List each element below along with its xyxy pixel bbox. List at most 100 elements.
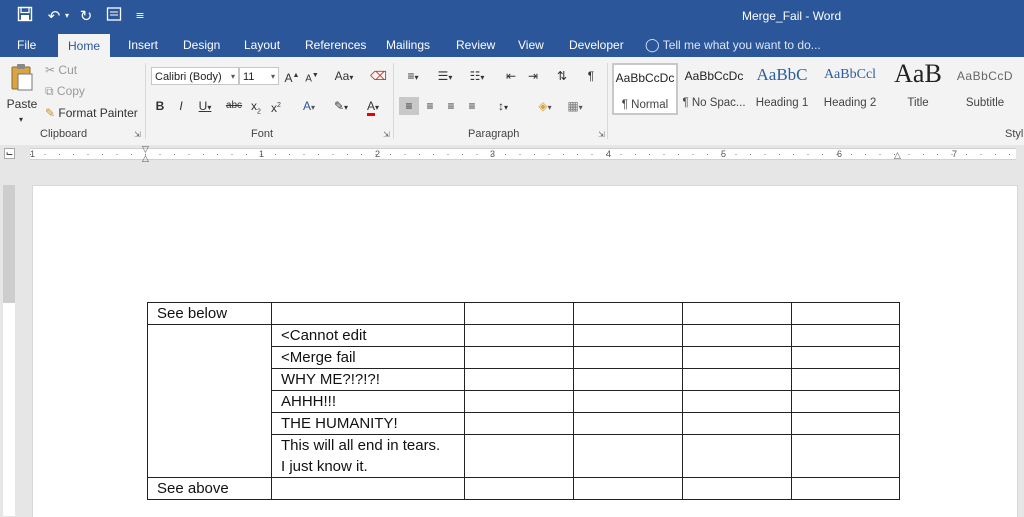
superscript-icon[interactable]: x2 xyxy=(268,97,284,115)
table-cell[interactable] xyxy=(791,324,900,347)
table-cell[interactable] xyxy=(791,412,900,435)
table-cell[interactable] xyxy=(682,302,792,325)
paragraph-launcher-icon[interactable]: ⇲ xyxy=(598,130,605,139)
multilevel-list-icon[interactable]: ☷▾ xyxy=(464,67,490,85)
save-icon[interactable] xyxy=(14,6,36,26)
table-cell[interactable] xyxy=(573,368,683,391)
table-cell[interactable] xyxy=(791,302,900,325)
table-cell[interactable] xyxy=(682,324,792,347)
format-painter-button[interactable]: ✎ Format Painter xyxy=(45,106,138,120)
table-cell[interactable] xyxy=(682,368,792,391)
font-family-select[interactable]: Calibri (Body) ▾ xyxy=(151,67,239,85)
redo-icon[interactable]: ↻ xyxy=(76,6,96,26)
style-heading-2[interactable]: AaBbCcl Heading 2 xyxy=(817,63,883,115)
align-center-icon[interactable]: ≡ xyxy=(421,97,439,115)
table-cell[interactable]: See below xyxy=(147,302,272,325)
tab-insert[interactable]: Insert xyxy=(128,33,158,57)
table-cell[interactable] xyxy=(573,412,683,435)
undo-icon[interactable]: ↶ xyxy=(44,6,64,26)
table-cell[interactable]: WHY ME?!?!?! xyxy=(271,368,465,391)
table-cell[interactable] xyxy=(682,434,792,478)
copy-button[interactable]: ⧉ Copy xyxy=(45,84,85,99)
table-cell[interactable] xyxy=(682,412,792,435)
borders-icon[interactable]: ▦▾ xyxy=(562,97,588,115)
right-indent-marker[interactable]: △ xyxy=(894,151,901,161)
vertical-ruler[interactable] xyxy=(3,185,15,516)
table-cell[interactable] xyxy=(791,346,900,369)
bold-icon[interactable]: B xyxy=(154,97,166,115)
justify-icon[interactable]: ≡ xyxy=(463,97,481,115)
table-cell[interactable] xyxy=(573,477,683,500)
style-subtitle[interactable]: AaBbCcD Subtitle xyxy=(952,63,1018,115)
shrink-font-icon[interactable]: A▼ xyxy=(304,67,320,85)
tab-layout[interactable]: Layout xyxy=(244,33,280,57)
bullets-icon[interactable]: ≡▾ xyxy=(400,67,426,85)
numbering-icon[interactable]: ☰▾ xyxy=(432,67,458,85)
merged-cell[interactable] xyxy=(147,324,272,478)
table-cell[interactable]: See above xyxy=(147,477,272,500)
table-cell[interactable]: <Cannot edit xyxy=(271,324,465,347)
change-case-icon[interactable]: Aa▾ xyxy=(330,67,358,85)
clipboard-launcher-icon[interactable]: ⇲ xyxy=(134,130,141,139)
align-left-icon[interactable]: ≡ xyxy=(399,97,419,115)
document-table[interactable]: See below <Cannot edit <Merge fail WHY M… xyxy=(147,302,900,500)
align-right-icon[interactable]: ≡ xyxy=(442,97,460,115)
shading-icon[interactable]: ◈▾ xyxy=(532,97,558,115)
clear-formatting-icon[interactable]: ⌫ xyxy=(370,67,387,85)
style-heading-1[interactable]: AaBbC Heading 1 xyxy=(749,63,815,115)
grow-font-icon[interactable]: A▲ xyxy=(284,67,300,85)
document-page[interactable]: See below <Cannot edit <Merge fail WHY M… xyxy=(32,185,1018,517)
tab-review[interactable]: Review xyxy=(456,33,495,57)
table-cell[interactable] xyxy=(791,390,900,413)
show-marks-icon[interactable]: ¶ xyxy=(583,67,599,85)
tab-developer[interactable]: Developer xyxy=(569,33,624,57)
tab-home[interactable]: Home xyxy=(58,34,111,57)
table-cell[interactable] xyxy=(682,390,792,413)
table-cell[interactable]: THE HUMANITY! xyxy=(271,412,465,435)
sort-icon[interactable]: ⇅ xyxy=(553,67,571,85)
table-cell[interactable] xyxy=(271,302,465,325)
line-spacing-icon[interactable]: ↕▾ xyxy=(490,97,516,115)
table-cell[interactable] xyxy=(573,302,683,325)
undo-dropdown-icon[interactable]: ▾ xyxy=(63,6,71,26)
underline-icon[interactable]: U▾ xyxy=(195,97,215,115)
left-indent-marker[interactable]: △ xyxy=(142,154,149,164)
table-cell[interactable]: This will all end in tears. xyxy=(271,434,465,456)
table-cell[interactable]: AHHH!!! xyxy=(271,390,465,413)
table-cell[interactable] xyxy=(573,324,683,347)
table-cell[interactable] xyxy=(464,434,574,478)
table-cell[interactable] xyxy=(682,346,792,369)
table-cell[interactable] xyxy=(791,477,900,500)
table-cell[interactable] xyxy=(464,346,574,369)
paste-dropdown-icon[interactable]: ▾ xyxy=(19,111,23,129)
increase-indent-icon[interactable]: ⇥ xyxy=(524,67,542,85)
table-cell[interactable] xyxy=(464,390,574,413)
highlight-icon[interactable]: ✎▾ xyxy=(328,97,354,115)
decrease-indent-icon[interactable]: ⇤ xyxy=(502,67,520,85)
paste-button[interactable]: Paste ▾ xyxy=(6,61,38,124)
table-cell[interactable] xyxy=(573,346,683,369)
table-cell[interactable] xyxy=(464,412,574,435)
table-cell[interactable]: I just know it. xyxy=(271,456,465,478)
table-cell[interactable] xyxy=(464,477,574,500)
cut-button[interactable]: ✂ Cut xyxy=(45,63,77,77)
tab-references[interactable]: References xyxy=(305,33,366,57)
table-cell[interactable] xyxy=(271,477,465,500)
text-effects-icon[interactable]: A▾ xyxy=(296,97,322,115)
strikethrough-icon[interactable]: abc xyxy=(225,97,243,115)
font-color-icon[interactable]: A▾ xyxy=(360,97,386,116)
table-cell[interactable] xyxy=(573,390,683,413)
table-cell[interactable] xyxy=(464,368,574,391)
table-cell[interactable]: <Merge fail xyxy=(271,346,465,369)
customize-qat-icon[interactable]: ≡ xyxy=(134,6,146,26)
touch-mode-icon[interactable] xyxy=(104,6,124,26)
tab-mailings[interactable]: Mailings xyxy=(386,33,430,57)
horizontal-ruler[interactable]: ⌙ 1 1 2 3 4 5 6 7 ▽ △ △ xyxy=(0,145,1024,164)
tab-selector-icon[interactable]: ⌙ xyxy=(4,148,15,159)
table-cell[interactable] xyxy=(791,434,900,478)
tab-file[interactable]: File xyxy=(17,33,36,57)
font-size-select[interactable]: 11 ▾ xyxy=(239,67,279,85)
table-cell[interactable] xyxy=(464,324,574,347)
subscript-icon[interactable]: x2 xyxy=(248,97,264,115)
font-launcher-icon[interactable]: ⇲ xyxy=(383,130,390,139)
